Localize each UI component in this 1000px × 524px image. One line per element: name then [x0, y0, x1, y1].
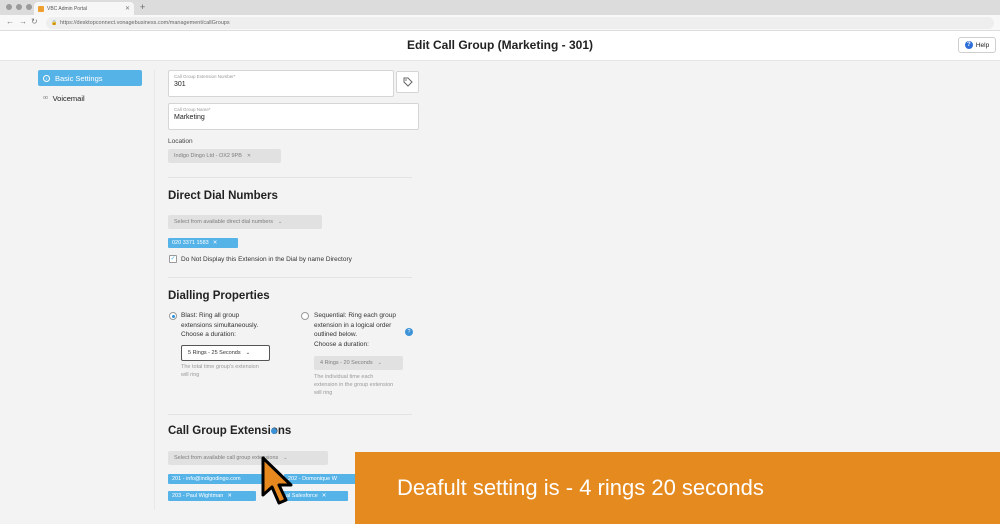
mouse-pointer-icon: [261, 456, 293, 505]
tag-button[interactable]: [396, 71, 419, 93]
voicemail-icon: oo: [43, 95, 48, 101]
sequential-duration-select[interactable]: 4 Rings - 20 Seconds ⌄: [314, 356, 403, 370]
url-input[interactable]: https://desktopconnect.vonagebusiness.co…: [46, 17, 994, 29]
sequential-help: The individual time each extension in th…: [314, 373, 393, 397]
vonage-favicon-icon: [38, 5, 44, 12]
divider: [168, 414, 412, 415]
blast-radio[interactable]: [169, 312, 177, 320]
sequential-line: Sequential: Ring each group: [314, 312, 397, 319]
loading-dot-icon: [271, 428, 277, 434]
info-icon[interactable]: ?: [405, 328, 413, 336]
extension-number-label: Call Group Extension Number*: [174, 74, 236, 79]
tab-close-icon[interactable]: ✕: [125, 5, 130, 12]
chevron-down-icon: ⌄: [377, 360, 382, 366]
caption-banner: Deafult setting is - 4 rings 20 seconds: [355, 452, 1000, 524]
remove-chip-icon[interactable]: ✕: [322, 493, 327, 499]
chip-label: 203 - Paul Wightman: [172, 493, 224, 499]
forward-arrow-icon[interactable]: →: [19, 17, 27, 26]
sequential-description: Sequential: Ring each group extension in…: [314, 311, 396, 349]
sidebar-divider: [154, 70, 155, 510]
sequential-help-line: extension in the group extension: [314, 382, 394, 388]
hide-directory-checkbox[interactable]: ✓: [169, 255, 177, 263]
sidebar-item-label: Voicemail: [52, 93, 85, 103]
location-label: Location: [168, 138, 193, 145]
location-select[interactable]: Indigo Dingo Ltd - OX2 9PB ✕: [168, 149, 281, 163]
blast-help: The total time group's extension will ri…: [181, 363, 259, 379]
address-bar-row: ← → ↻ https://desktopconnect.vonagebusin…: [0, 15, 1000, 31]
extension-number-value: 301: [174, 81, 186, 88]
extension-chip[interactable]: 201 - info@indigodingo.com: [168, 474, 264, 484]
sequential-help-line: will ring: [314, 390, 333, 396]
window-controls: [6, 4, 32, 10]
browser-tab[interactable]: VBC Admin Portal ✕: [34, 2, 134, 15]
blast-duration-label: Choose a duration:: [181, 331, 236, 338]
sidebar-item-voicemail[interactable]: oo Voicemail: [38, 90, 142, 106]
app-header: Edit Call Group (Marketing - 301) ? Help: [0, 31, 1000, 61]
sequential-line: outlined below.: [314, 331, 358, 338]
sequential-help-line: The individual time each: [314, 374, 374, 380]
sequential-line: extension in a logical order: [314, 321, 392, 329]
chip-label: 020 3371 1583: [172, 240, 209, 246]
extension-number-field[interactable]: Call Group Extension Number* 301: [168, 70, 394, 97]
sidebar-item-basic-settings[interactable]: i Basic Settings: [38, 70, 142, 86]
direct-dial-heading: Direct Dial Numbers: [168, 190, 278, 202]
chip-label: 201 - info@indigodingo.com: [172, 476, 241, 482]
direct-dial-select[interactable]: Select from available direct dial number…: [168, 215, 322, 229]
settings-circle-icon: i: [43, 74, 50, 82]
minimize-window-dot[interactable]: [16, 4, 22, 10]
tab-title: VBC Admin Portal: [47, 5, 88, 12]
blast-line: extensions simultaneously.: [181, 321, 259, 329]
close-window-dot[interactable]: [6, 4, 12, 10]
new-tab-plus-icon[interactable]: +: [140, 2, 145, 12]
help-button[interactable]: ? Help: [958, 37, 996, 53]
group-name-field[interactable]: Call Group Name* Marketing: [168, 103, 419, 130]
maximize-window-dot[interactable]: [26, 4, 32, 10]
remove-chip-icon[interactable]: ✕: [213, 240, 218, 246]
chip-label: 202 - Domonique W: [288, 476, 337, 482]
question-icon: ?: [964, 41, 973, 49]
divider: [168, 177, 412, 178]
chevron-down-icon: ⌄: [278, 219, 283, 225]
remove-chip-icon[interactable]: ✕: [227, 493, 232, 499]
group-name-value: Marketing: [174, 114, 205, 121]
divider: [168, 277, 412, 278]
help-label: Help: [975, 41, 990, 49]
dialling-properties-heading: Dialling Properties: [168, 290, 270, 302]
blast-help-line: will ring: [181, 372, 200, 378]
group-name-label: Call Group Name*: [174, 107, 211, 112]
lock-icon: 🔒: [51, 20, 58, 26]
extension-chip[interactable]: 202 - Domonique W: [284, 474, 356, 484]
chevron-down-icon: ✕: [246, 153, 252, 159]
blast-description: Blast: Ring all group extensions simulta…: [181, 311, 258, 340]
extensions-select[interactable]: Select from available call group extensi…: [168, 451, 328, 465]
sequential-radio[interactable]: [301, 312, 309, 320]
direct-dial-placeholder: Select from available direct dial number…: [174, 219, 274, 225]
blast-help-line: The total time group's extension: [181, 364, 259, 370]
blast-duration-select[interactable]: 5 Rings - 25 Seconds ⌄: [181, 345, 270, 361]
reload-icon[interactable]: ↻: [31, 17, 38, 26]
settings-sidebar: i Basic Settings oo Voicemail: [38, 70, 142, 110]
direct-dial-chip[interactable]: 020 3371 1583 ✕: [168, 238, 238, 248]
tag-icon: [403, 77, 413, 87]
sidebar-item-label: Basic Settings: [55, 73, 103, 83]
blast-line: Blast: Ring all group: [181, 312, 240, 319]
back-arrow-icon[interactable]: ←: [6, 17, 14, 26]
caption-text: Deafult setting is - 4 rings 20 seconds: [397, 475, 764, 500]
sequential-duration-label: Choose a duration:: [314, 340, 369, 348]
extension-chip[interactable]: 203 - Paul Wightman ✕: [168, 491, 256, 501]
location-value: Indigo Dingo Ltd - OX2 9PB: [174, 153, 242, 159]
browser-tabbar: VBC Admin Portal ✕ +: [0, 0, 1000, 15]
blast-duration-value: 5 Rings - 25 Seconds: [188, 350, 241, 356]
hide-directory-label: Do Not Display this Extension in the Dia…: [181, 256, 352, 263]
page-title: Edit Call Group (Marketing - 301): [406, 38, 594, 52]
sequential-duration-value: 4 Rings - 20 Seconds: [320, 360, 373, 366]
chevron-down-icon: ⌄: [245, 350, 251, 356]
